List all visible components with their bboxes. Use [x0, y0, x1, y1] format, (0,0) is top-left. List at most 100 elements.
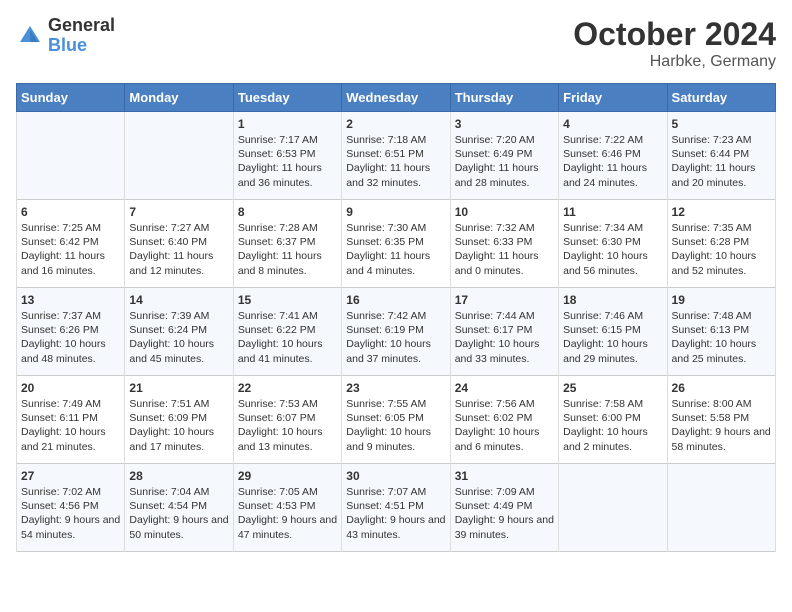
calendar-cell: 7Sunrise: 7:27 AMSunset: 6:40 PMDaylight…	[125, 200, 233, 288]
day-detail: Sunrise: 7:04 AMSunset: 4:54 PMDaylight:…	[129, 485, 228, 542]
calendar-cell: 10Sunrise: 7:32 AMSunset: 6:33 PMDayligh…	[450, 200, 558, 288]
header-thursday: Thursday	[450, 84, 558, 112]
location-subtitle: Harbke, Germany	[573, 53, 776, 71]
calendar-week-row: 1 Sunrise: 7:17 AMSunset: 6:53 PMDaylight…	[17, 112, 776, 200]
day-detail: Sunrise: 7:34 AMSunset: 6:30 PMDaylight:…	[563, 221, 662, 278]
calendar-cell	[125, 112, 233, 200]
day-detail: Sunrise: 7:02 AMSunset: 4:56 PMDaylight:…	[21, 485, 120, 542]
logo-blue: Blue	[48, 36, 115, 56]
day-detail: Sunrise: 7:20 AMSunset: 6:49 PMDaylight:…	[455, 133, 554, 190]
day-number: 29	[238, 469, 337, 483]
calendar-cell: 26 Sunrise: 8:00 AMSunset: 5:58 PMDayligh…	[667, 376, 775, 464]
logo-general: General	[48, 16, 115, 36]
day-number: 26	[672, 381, 771, 395]
day-number: 12	[672, 205, 771, 219]
calendar-cell: 1 Sunrise: 7:17 AMSunset: 6:53 PMDaylight…	[233, 112, 341, 200]
calendar-header-row: SundayMondayTuesdayWednesdayThursdayFrid…	[17, 84, 776, 112]
day-number: 21	[129, 381, 228, 395]
calendar-cell: 19Sunrise: 7:48 AMSunset: 6:13 PMDayligh…	[667, 288, 775, 376]
day-detail: Sunrise: 7:44 AMSunset: 6:17 PMDaylight:…	[455, 309, 554, 366]
day-number: 11	[563, 205, 662, 219]
day-detail: Sunrise: 7:09 AMSunset: 4:49 PMDaylight:…	[455, 485, 554, 542]
day-number: 30	[346, 469, 445, 483]
calendar-cell: 9 Sunrise: 7:30 AMSunset: 6:35 PMDaylight…	[342, 200, 450, 288]
calendar-cell: 4 Sunrise: 7:22 AMSunset: 6:46 PMDaylight…	[559, 112, 667, 200]
calendar-week-row: 13Sunrise: 7:37 AMSunset: 6:26 PMDayligh…	[17, 288, 776, 376]
logo: General Blue	[16, 16, 115, 56]
day-detail: Sunrise: 7:32 AMSunset: 6:33 PMDaylight:…	[455, 221, 554, 278]
page-header: General Blue October 2024 Harbke, German…	[16, 16, 776, 71]
calendar-week-row: 20 Sunrise: 7:49 AMSunset: 6:11 PMDayligh…	[17, 376, 776, 464]
day-number: 14	[129, 293, 228, 307]
day-number: 17	[455, 293, 554, 307]
calendar-cell: 11 Sunrise: 7:34 AMSunset: 6:30 PMDayligh…	[559, 200, 667, 288]
calendar-cell: 24Sunrise: 7:56 AMSunset: 6:02 PMDayligh…	[450, 376, 558, 464]
calendar-cell: 31 Sunrise: 7:09 AMSunset: 4:49 PMDayligh…	[450, 464, 558, 552]
day-detail: Sunrise: 7:41 AMSunset: 6:22 PMDaylight:…	[238, 309, 337, 366]
day-detail: Sunrise: 8:00 AMSunset: 5:58 PMDaylight:…	[672, 397, 771, 454]
day-number: 27	[21, 469, 120, 483]
day-number: 3	[455, 117, 554, 131]
day-number: 6	[21, 205, 120, 219]
day-number: 31	[455, 469, 554, 483]
calendar-cell: 15 Sunrise: 7:41 AMSunset: 6:22 PMDayligh…	[233, 288, 341, 376]
day-detail: Sunrise: 7:23 AMSunset: 6:44 PMDaylight:…	[672, 133, 771, 190]
day-detail: Sunrise: 7:53 AMSunset: 6:07 PMDaylight:…	[238, 397, 337, 454]
day-number: 5	[672, 117, 771, 131]
day-detail: Sunrise: 7:49 AMSunset: 6:11 PMDaylight:…	[21, 397, 120, 454]
day-number: 9	[346, 205, 445, 219]
day-detail: Sunrise: 7:25 AMSunset: 6:42 PMDaylight:…	[21, 221, 120, 278]
title-section: October 2024 Harbke, Germany	[573, 16, 776, 71]
calendar-cell: 20 Sunrise: 7:49 AMSunset: 6:11 PMDayligh…	[17, 376, 125, 464]
header-wednesday: Wednesday	[342, 84, 450, 112]
calendar-cell: 25 Sunrise: 7:58 AMSunset: 6:00 PMDayligh…	[559, 376, 667, 464]
calendar-table: SundayMondayTuesdayWednesdayThursdayFrid…	[16, 83, 776, 552]
calendar-cell	[17, 112, 125, 200]
day-number: 28	[129, 469, 228, 483]
calendar-cell: 13Sunrise: 7:37 AMSunset: 6:26 PMDayligh…	[17, 288, 125, 376]
day-number: 18	[563, 293, 662, 307]
calendar-cell	[667, 464, 775, 552]
day-number: 4	[563, 117, 662, 131]
day-detail: Sunrise: 7:39 AMSunset: 6:24 PMDaylight:…	[129, 309, 228, 366]
calendar-cell: 30Sunrise: 7:07 AMSunset: 4:51 PMDayligh…	[342, 464, 450, 552]
calendar-cell: 29Sunrise: 7:05 AMSunset: 4:53 PMDayligh…	[233, 464, 341, 552]
day-detail: Sunrise: 7:30 AMSunset: 6:35 PMDaylight:…	[346, 221, 445, 278]
day-number: 1	[238, 117, 337, 131]
logo-icon	[16, 22, 44, 50]
day-detail: Sunrise: 7:37 AMSunset: 6:26 PMDaylight:…	[21, 309, 120, 366]
calendar-cell: 21 Sunrise: 7:51 AMSunset: 6:09 PMDayligh…	[125, 376, 233, 464]
calendar-cell: 18 Sunrise: 7:46 AMSunset: 6:15 PMDayligh…	[559, 288, 667, 376]
day-detail: Sunrise: 7:22 AMSunset: 6:46 PMDaylight:…	[563, 133, 662, 190]
calendar-cell: 17 Sunrise: 7:44 AMSunset: 6:17 PMDayligh…	[450, 288, 558, 376]
day-detail: Sunrise: 7:18 AMSunset: 6:51 PMDaylight:…	[346, 133, 445, 190]
day-number: 19	[672, 293, 771, 307]
month-title: October 2024	[573, 16, 776, 53]
day-detail: Sunrise: 7:51 AMSunset: 6:09 PMDaylight:…	[129, 397, 228, 454]
header-saturday: Saturday	[667, 84, 775, 112]
calendar-cell: 14 Sunrise: 7:39 AMSunset: 6:24 PMDayligh…	[125, 288, 233, 376]
calendar-week-row: 6 Sunrise: 7:25 AMSunset: 6:42 PMDaylight…	[17, 200, 776, 288]
calendar-cell: 2Sunrise: 7:18 AMSunset: 6:51 PMDaylight…	[342, 112, 450, 200]
calendar-cell: 12 Sunrise: 7:35 AMSunset: 6:28 PMDayligh…	[667, 200, 775, 288]
day-detail: Sunrise: 7:17 AMSunset: 6:53 PMDaylight:…	[238, 133, 337, 190]
day-detail: Sunrise: 7:28 AMSunset: 6:37 PMDaylight:…	[238, 221, 337, 278]
day-detail: Sunrise: 7:42 AMSunset: 6:19 PMDaylight:…	[346, 309, 445, 366]
calendar-cell	[559, 464, 667, 552]
day-number: 25	[563, 381, 662, 395]
calendar-cell: 8Sunrise: 7:28 AMSunset: 6:37 PMDaylight…	[233, 200, 341, 288]
day-number: 22	[238, 381, 337, 395]
day-number: 16	[346, 293, 445, 307]
day-number: 15	[238, 293, 337, 307]
calendar-cell: 5 Sunrise: 7:23 AMSunset: 6:44 PMDaylight…	[667, 112, 775, 200]
day-detail: Sunrise: 7:27 AMSunset: 6:40 PMDaylight:…	[129, 221, 228, 278]
calendar-cell: 28 Sunrise: 7:04 AMSunset: 4:54 PMDayligh…	[125, 464, 233, 552]
day-detail: Sunrise: 7:46 AMSunset: 6:15 PMDaylight:…	[563, 309, 662, 366]
day-detail: Sunrise: 7:35 AMSunset: 6:28 PMDaylight:…	[672, 221, 771, 278]
calendar-cell: 16 Sunrise: 7:42 AMSunset: 6:19 PMDayligh…	[342, 288, 450, 376]
day-number: 20	[21, 381, 120, 395]
day-number: 23	[346, 381, 445, 395]
day-detail: Sunrise: 7:56 AMSunset: 6:02 PMDaylight:…	[455, 397, 554, 454]
day-detail: Sunrise: 7:55 AMSunset: 6:05 PMDaylight:…	[346, 397, 445, 454]
day-detail: Sunrise: 7:58 AMSunset: 6:00 PMDaylight:…	[563, 397, 662, 454]
